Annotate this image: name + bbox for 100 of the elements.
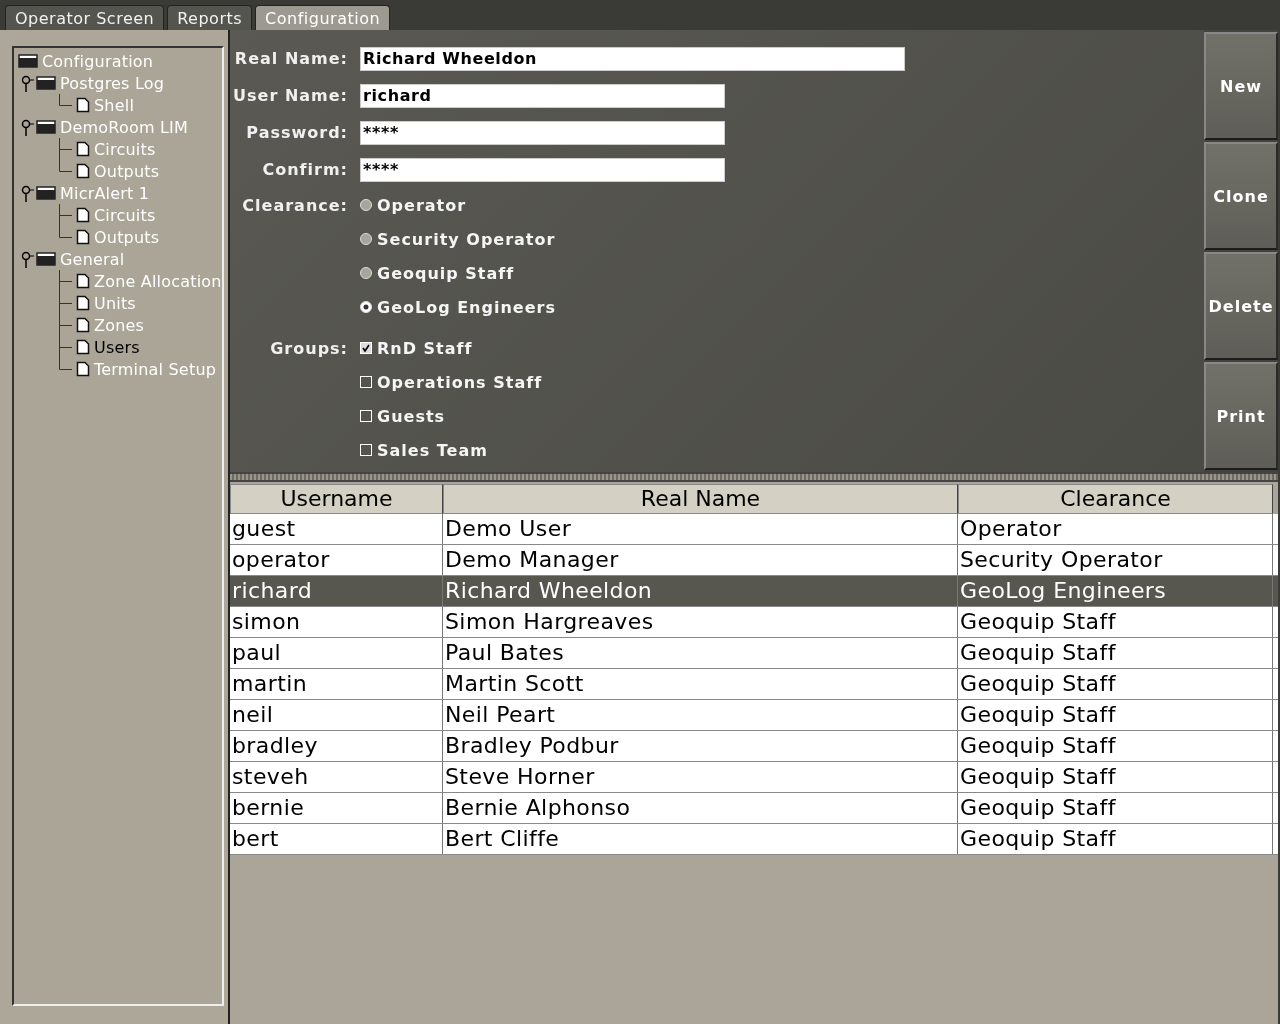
table-cell: Geoquip Staff	[958, 638, 1273, 668]
column-header[interactable]: Username	[230, 484, 443, 514]
field-label: Confirm:	[261, 160, 349, 179]
tree-item[interactable]: Users	[92, 337, 140, 357]
table-cell: guest	[230, 514, 443, 544]
radio-button[interactable]	[360, 267, 372, 279]
field-label: User Name:	[232, 86, 349, 105]
column-header[interactable]: Clearance	[958, 484, 1273, 514]
table-cell: Geoquip Staff	[958, 700, 1273, 730]
document-icon	[76, 207, 90, 223]
tree-line	[59, 94, 72, 106]
option-label: Geoquip Staff	[377, 263, 515, 283]
document-icon	[76, 273, 90, 289]
field-label: Password:	[245, 123, 349, 142]
table-cell: Paul Bates	[443, 638, 958, 668]
table-cell: Neil Peart	[443, 700, 958, 730]
table-cell: Security Operator	[958, 545, 1273, 575]
table-cell: paul	[230, 638, 443, 668]
table-cell: Simon Hargreaves	[443, 607, 958, 637]
table-cell: Steve Horner	[443, 762, 958, 792]
splitter-handle[interactable]	[230, 472, 1278, 482]
input-field[interactable]: ****	[360, 157, 725, 182]
tree-line	[59, 292, 72, 314]
table-row[interactable]: steveh Steve Horner Geoquip Staff	[230, 762, 1278, 793]
document-icon	[76, 295, 90, 311]
table-cell: Geoquip Staff	[958, 793, 1273, 823]
groups-label: Groups:	[269, 338, 349, 358]
document-icon	[76, 339, 90, 355]
table-cell: neil	[230, 700, 443, 730]
table-cell: Geoquip Staff	[958, 669, 1273, 699]
option-label: Sales Team	[377, 440, 488, 460]
document-icon	[76, 97, 90, 113]
table-cell: Geoquip Staff	[958, 762, 1273, 792]
action-button[interactable]: Delete	[1204, 252, 1278, 360]
table-cell: operator	[230, 545, 443, 575]
action-button[interactable]: Print	[1204, 362, 1278, 470]
tab[interactable]: Operator Screen	[5, 5, 165, 30]
tree-line	[59, 270, 72, 292]
table-row[interactable]: operator Demo Manager Security Operator	[230, 545, 1278, 576]
document-icon	[76, 163, 90, 179]
table-row[interactable]: paul Paul Bates Geoquip Staff	[230, 638, 1278, 669]
folder-icon	[18, 54, 38, 68]
table-cell: martin	[230, 669, 443, 699]
option-label: Operator	[377, 195, 467, 215]
folder-icon	[36, 76, 56, 90]
option-label: Security Operator	[377, 229, 556, 249]
table-cell: steveh	[230, 762, 443, 792]
table-cell: bradley	[230, 731, 443, 761]
table-cell: Geoquip Staff	[958, 607, 1273, 637]
clearance-label: Clearance:	[241, 195, 349, 215]
column-header[interactable]: Real Name	[443, 484, 958, 514]
document-icon	[76, 229, 90, 245]
table-cell: Martin Scott	[443, 669, 958, 699]
table-row[interactable]: richard Richard Wheeldon GeoLog Engineers	[230, 576, 1278, 607]
folder-icon	[36, 252, 56, 266]
table-row[interactable]: neil Neil Peart Geoquip Staff	[230, 700, 1278, 731]
table-cell: Geoquip Staff	[958, 731, 1273, 761]
radio-button[interactable]	[360, 199, 372, 211]
document-icon	[76, 141, 90, 157]
option-label: Guests	[377, 406, 446, 426]
tree-line	[59, 314, 72, 336]
folder-icon	[36, 186, 56, 200]
table-cell: Richard Wheeldon	[443, 576, 958, 606]
checkbox[interactable]	[360, 410, 372, 422]
table-cell: GeoLog Engineers	[958, 576, 1273, 606]
table-row[interactable]: guest Demo User Operator	[230, 514, 1278, 545]
option-label: GeoLog Engineers	[377, 297, 556, 317]
table-cell: Geoquip Staff	[958, 824, 1273, 854]
input-field[interactable]: Richard Wheeldon	[360, 46, 905, 71]
table-cell: Demo Manager	[443, 545, 958, 575]
tab[interactable]: Reports	[167, 5, 253, 30]
table-cell: richard	[230, 576, 443, 606]
document-icon	[76, 317, 90, 333]
checked-checkbox[interactable]	[360, 342, 372, 354]
option-label: Operations Staff	[377, 372, 543, 392]
table-cell: Bradley Podbur	[443, 731, 958, 761]
table-cell: Bernie Alphonso	[443, 793, 958, 823]
folder-icon	[36, 120, 56, 134]
table-cell: simon	[230, 607, 443, 637]
table-cell: bernie	[230, 793, 443, 823]
table-cell: Bert Cliffe	[443, 824, 958, 854]
field-label: Real Name:	[233, 49, 349, 68]
checkbox[interactable]	[360, 444, 372, 456]
table-row[interactable]: bernie Bernie Alphonso Geoquip Staff	[230, 793, 1278, 824]
table-cell: bert	[230, 824, 443, 854]
input-field[interactable]: richard	[360, 83, 725, 108]
radio-button[interactable]	[360, 233, 372, 245]
action-button[interactable]: New	[1204, 32, 1278, 140]
table-row[interactable]: bradley Bradley Podbur Geoquip Staff	[230, 731, 1278, 762]
table-row[interactable]: martin Martin Scott Geoquip Staff	[230, 669, 1278, 700]
table-cell: Demo User	[443, 514, 958, 544]
checkbox[interactable]	[360, 376, 372, 388]
table-cell: Operator	[958, 514, 1273, 544]
document-icon	[76, 361, 90, 377]
selected-radio-button[interactable]	[360, 301, 372, 313]
table-row[interactable]: bert Bert Cliffe Geoquip Staff	[230, 824, 1278, 855]
input-field[interactable]: ****	[360, 120, 725, 145]
table-row[interactable]: simon Simon Hargreaves Geoquip Staff	[230, 607, 1278, 638]
option-label: RnD Staff	[377, 338, 473, 358]
action-button[interactable]: Clone	[1204, 142, 1278, 250]
